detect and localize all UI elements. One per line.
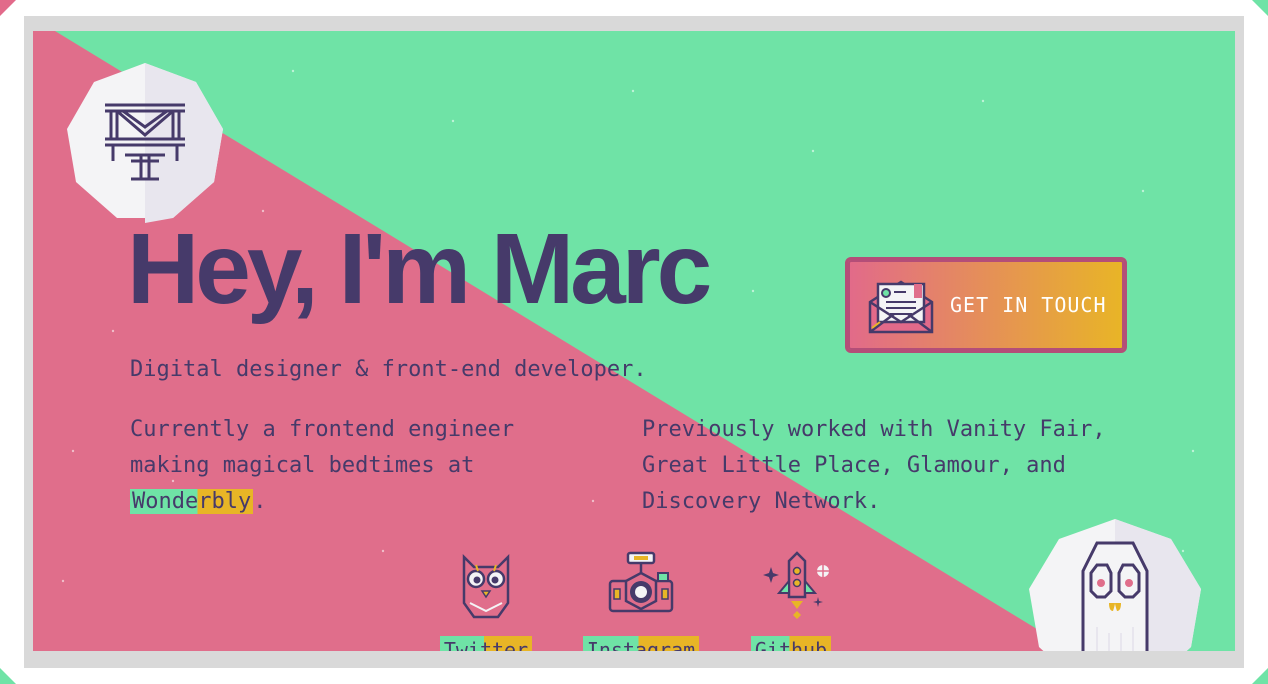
social-link-github[interactable]: Github (736, 551, 846, 651)
current-role-after: . (253, 489, 267, 514)
wonderbly-link[interactable]: Wonderbly (130, 489, 254, 514)
frame-corner (0, 0, 16, 16)
github-label: Github (750, 636, 832, 651)
current-role-before: Currently a frontend engineer making mag… (130, 417, 515, 478)
logo-icon[interactable] (65, 63, 225, 223)
current-role-text: Currently a frontend engineer making mag… (130, 412, 560, 520)
rocket-icon (763, 551, 831, 619)
twitter-label: Twitter (439, 636, 533, 651)
frame-corner (1252, 0, 1268, 16)
owl-icon (462, 553, 510, 619)
frame-corner (1252, 668, 1268, 684)
social-link-instagram[interactable]: Instagram (582, 551, 700, 651)
envelope-letter-icon (868, 280, 934, 334)
get-in-touch-button[interactable]: GET IN TOUCH (845, 257, 1127, 353)
frame-corner (0, 668, 16, 684)
instagram-label: Instagram (582, 636, 700, 651)
social-link-twitter[interactable]: Twitter (431, 551, 541, 651)
tagline: Digital designer & front-end developer. (130, 357, 647, 382)
ghost-mascot-icon (1029, 519, 1201, 651)
previous-work-text: Previously worked with Vanity Fair, Grea… (642, 417, 1106, 514)
page-title: Hey, I'm Marc (127, 213, 712, 325)
cta-label: GET IN TOUCH (950, 293, 1107, 317)
camera-icon (608, 551, 674, 613)
hero-section: Hey, I'm Marc Digital designer & front-e… (33, 31, 1235, 651)
